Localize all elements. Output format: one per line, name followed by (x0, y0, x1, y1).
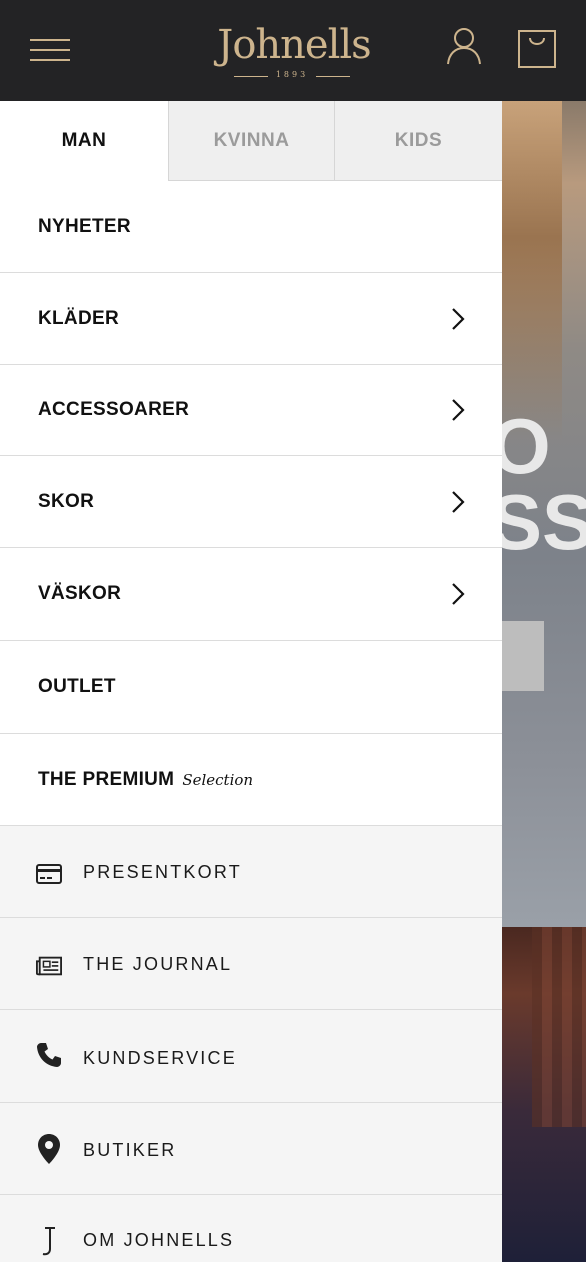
secondary-item-label: KUNDSERVICE (83, 1048, 237, 1068)
chevron-right-icon (452, 399, 465, 421)
gift-card-icon (36, 864, 62, 884)
menu-item-premium-selection[interactable]: THE PREMIUM Selection (0, 734, 502, 826)
phone-icon (37, 1043, 61, 1067)
navigation-drawer: MAN KVINNA KIDS NYHETER KLÄDER ACCESSOAR… (0, 101, 502, 1262)
hero-text-line1: O (502, 402, 551, 490)
menu-item-label: SKOR (38, 490, 95, 512)
menu-item-klader[interactable]: KLÄDER (0, 273, 502, 365)
chevron-right-icon (452, 307, 465, 330)
newspaper-icon (36, 956, 62, 976)
map-pin-icon (38, 1134, 60, 1164)
menu-item-label: VÄSKOR (38, 583, 122, 604)
logo-text: Johnells (217, 22, 371, 68)
tab-kids[interactable]: KIDS (334, 101, 502, 181)
menu-item-outlet[interactable]: OUTLET (0, 641, 502, 734)
premium-label: THE PREMIUM Selection (38, 768, 254, 790)
secondary-item-label: PRESENTKORT (83, 862, 242, 882)
secondary-item-butiker[interactable]: BUTIKER (0, 1103, 502, 1195)
premium-selection-script: Selection (182, 770, 254, 789)
secondary-item-label: THE JOURNAL (83, 954, 233, 974)
johnells-logo[interactable]: Johnells 1893 (214, 22, 374, 84)
chevron-right-icon (452, 583, 465, 605)
secondary-item-om-johnells[interactable]: OM JOHNELLS (0, 1195, 502, 1262)
menu-item-nyheter[interactable]: NYHETER (0, 181, 502, 273)
hero-background: O SS (502, 101, 586, 1262)
top-header: Johnells 1893 (0, 0, 586, 101)
chevron-right-icon (452, 490, 465, 513)
menu-item-accessoarer[interactable]: ACCESSOARER (0, 365, 502, 456)
logo-year: 1893 (228, 70, 356, 82)
hamburger-icon[interactable] (30, 39, 70, 63)
shopping-bag-icon[interactable] (517, 29, 557, 69)
secondary-item-presentkort[interactable]: PRESENTKORT (0, 826, 502, 918)
hero-text-line2: SS (502, 478, 586, 566)
secondary-item-label: OM JOHNELLS (83, 1230, 235, 1250)
menu-item-label: NYHETER (38, 215, 131, 237)
user-icon[interactable] (446, 26, 482, 66)
secondary-item-the-journal[interactable]: THE JOURNAL (0, 918, 502, 1010)
menu-item-label: ACCESSOARER (38, 399, 190, 420)
secondary-item-kundservice[interactable]: KUNDSERVICE (0, 1010, 502, 1103)
tab-man[interactable]: MAN (0, 101, 168, 181)
johnells-j-icon (42, 1227, 55, 1256)
menu-item-label: OUTLET (38, 676, 116, 697)
gender-tabs: MAN KVINNA KIDS (0, 101, 502, 181)
menu-item-vaskor[interactable]: VÄSKOR (0, 548, 502, 641)
secondary-item-label: BUTIKER (83, 1140, 177, 1160)
menu-item-label: KLÄDER (38, 307, 119, 329)
hero-button[interactable] (502, 621, 544, 691)
tab-kvinna[interactable]: KVINNA (168, 101, 334, 181)
menu-item-skor[interactable]: SKOR (0, 456, 502, 548)
